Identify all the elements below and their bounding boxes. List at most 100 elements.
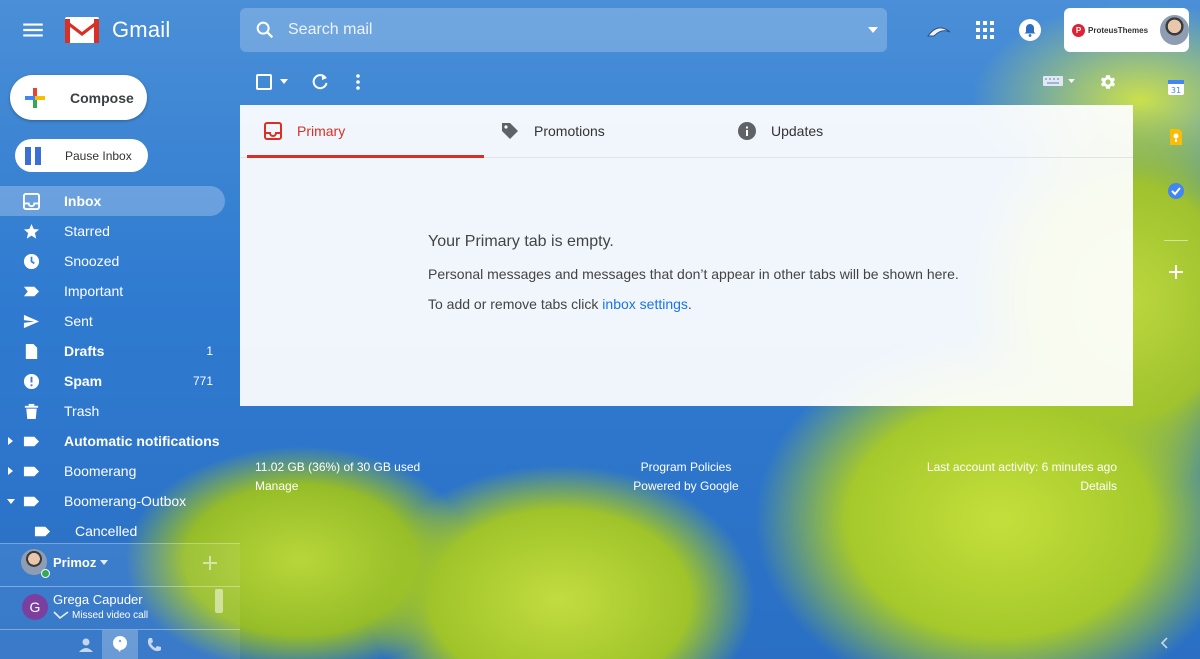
sidebar-item-automatic-notifications[interactable]: Automatic notifications: [0, 426, 240, 456]
side-panel-divider: [1164, 240, 1188, 241]
sidebar-item-sent[interactable]: Sent: [0, 306, 240, 336]
sidebar-item-snoozed[interactable]: Snoozed: [0, 246, 240, 276]
empty-state: Your Primary tab is empty. Personal mess…: [428, 233, 959, 326]
tab-updates-label: Updates: [771, 123, 824, 139]
proteusthemes-logo: P ProteusThemes: [1072, 23, 1148, 37]
select-dropdown-caret-icon[interactable]: [280, 79, 288, 85]
sidebar-item-cancelled[interactable]: Cancelled: [0, 516, 240, 546]
search-input[interactable]: [288, 21, 828, 39]
pause-inbox-button[interactable]: Pause Inbox: [15, 139, 148, 172]
sidebar-item-starred[interactable]: Starred: [0, 216, 240, 246]
phone-icon[interactable]: [146, 637, 162, 653]
hangouts-scrollbar[interactable]: [215, 589, 223, 613]
hangouts-divider: [0, 543, 240, 544]
gmail-m-icon: [65, 17, 99, 43]
sidebar-item-drafts[interactable]: Drafts 1: [0, 336, 240, 366]
refresh-icon[interactable]: [311, 73, 329, 91]
program-policies-link[interactable]: Program Policies: [586, 458, 786, 477]
self-name: Primoz: [53, 555, 97, 570]
apps-grid-icon[interactable]: [974, 19, 996, 41]
contacts-person-icon[interactable]: [78, 637, 94, 653]
side-panel: 31: [1156, 62, 1200, 659]
side-panel-toggle-icon[interactable]: [1160, 637, 1168, 649]
hamburger-icon: [23, 23, 43, 37]
chevron-down-icon: [100, 559, 109, 565]
select-all-checkbox[interactable]: [256, 74, 272, 90]
empty-state-description: Personal messages and messages that don’…: [428, 266, 959, 282]
label-tag-icon: [23, 496, 40, 507]
search-icon[interactable]: [254, 19, 276, 41]
hangouts-divider-2: [0, 586, 240, 587]
sidebar-item-boomerang[interactable]: Boomerang: [0, 456, 240, 486]
hangouts-chat-icon[interactable]: ": [112, 636, 128, 652]
expand-caret-icon[interactable]: [8, 437, 13, 445]
tasks-icon[interactable]: [1167, 182, 1185, 200]
pause-inbox-label: Pause Inbox: [65, 148, 132, 163]
tab-primary-label: Primary: [297, 123, 346, 139]
input-tools-caret-icon: [1068, 78, 1075, 83]
gmail-logo[interactable]: Gmail: [64, 16, 170, 44]
footer-center: Program Policies Powered by Google: [586, 458, 786, 496]
label-tag-icon: [23, 436, 40, 447]
sidebar-item-trash[interactable]: Trash: [0, 396, 240, 426]
sidebar-item-spam[interactable]: Spam 771: [0, 366, 240, 396]
tab-promotions-label: Promotions: [534, 123, 605, 139]
contact-status: Missed video call: [53, 610, 148, 621]
input-tools-button[interactable]: [1043, 76, 1075, 86]
get-addons-plus-icon[interactable]: [1169, 265, 1183, 279]
svg-text:": ": [118, 639, 122, 648]
important-icon: [23, 286, 40, 297]
info-icon: [738, 122, 756, 140]
tab-primary[interactable]: Primary: [247, 105, 484, 158]
svg-text:31: 31: [1171, 86, 1181, 95]
footer-activity: Last account activity: 6 minutes ago Det…: [880, 458, 1117, 496]
hangouts-self[interactable]: Primoz: [53, 555, 109, 570]
footer-storage: 11.02 GB (36%) of 30 GB used Manage: [255, 458, 420, 496]
more-options-icon[interactable]: [354, 73, 362, 91]
contact-avatar[interactable]: G: [22, 594, 48, 620]
star-icon: [23, 223, 40, 239]
search-bar[interactable]: [240, 8, 887, 52]
inbox-settings-link[interactable]: inbox settings: [602, 296, 688, 312]
activity-details-link[interactable]: Details: [880, 477, 1117, 496]
calendar-icon[interactable]: 31: [1167, 78, 1185, 96]
pause-icon: [25, 146, 41, 165]
online-status-dot: [41, 569, 50, 578]
tab-updates[interactable]: Updates: [721, 105, 958, 157]
select-all-control[interactable]: [256, 74, 288, 90]
powered-by-google: Powered by Google: [633, 479, 739, 493]
search-options-dropdown-icon[interactable]: [866, 23, 880, 37]
inbox-tabs: Primary Promotions Updates: [240, 105, 1133, 158]
label-tag-icon: [23, 466, 40, 477]
storage-usage: 11.02 GB (36%) of 30 GB used: [255, 460, 421, 474]
last-activity: Last account activity: 6 minutes ago: [926, 460, 1117, 474]
notifications-bell-icon[interactable]: [1018, 18, 1042, 42]
spam-count: 771: [192, 374, 213, 388]
draft-document-icon: [25, 343, 38, 360]
tab-promotions[interactable]: Promotions: [484, 105, 721, 157]
sidebar-item-important[interactable]: Important: [0, 276, 240, 306]
expand-caret-icon[interactable]: [8, 467, 13, 475]
contact-name[interactable]: Grega Capuder: [53, 592, 143, 607]
account-avatar[interactable]: [1160, 15, 1189, 45]
compose-plus-icon: [25, 87, 45, 108]
sidebar-item-boomerang-outbox[interactable]: Boomerang-Outbox: [0, 486, 240, 516]
new-conversation-plus-icon[interactable]: [203, 556, 217, 570]
label-tag-icon: [34, 526, 51, 537]
spam-icon: [23, 373, 40, 390]
manage-storage-link[interactable]: Manage: [255, 477, 420, 496]
settings-gear-icon[interactable]: [1099, 73, 1117, 91]
keyboard-icon: [1043, 76, 1063, 86]
missed-call-icon: [53, 611, 69, 620]
account-switcher[interactable]: P ProteusThemes: [1064, 8, 1189, 52]
keep-notes-icon[interactable]: [1167, 128, 1185, 146]
send-icon: [23, 314, 40, 329]
sidebar-item-inbox[interactable]: Inbox: [0, 186, 225, 216]
main-menu-button[interactable]: [20, 17, 46, 43]
compose-button[interactable]: Compose: [10, 75, 147, 120]
drafts-count: 1: [206, 344, 213, 358]
collapse-caret-icon[interactable]: [7, 499, 15, 504]
boomerang-icon[interactable]: [926, 20, 952, 40]
inbox-tray-icon: [264, 122, 282, 140]
trash-icon: [24, 403, 39, 420]
